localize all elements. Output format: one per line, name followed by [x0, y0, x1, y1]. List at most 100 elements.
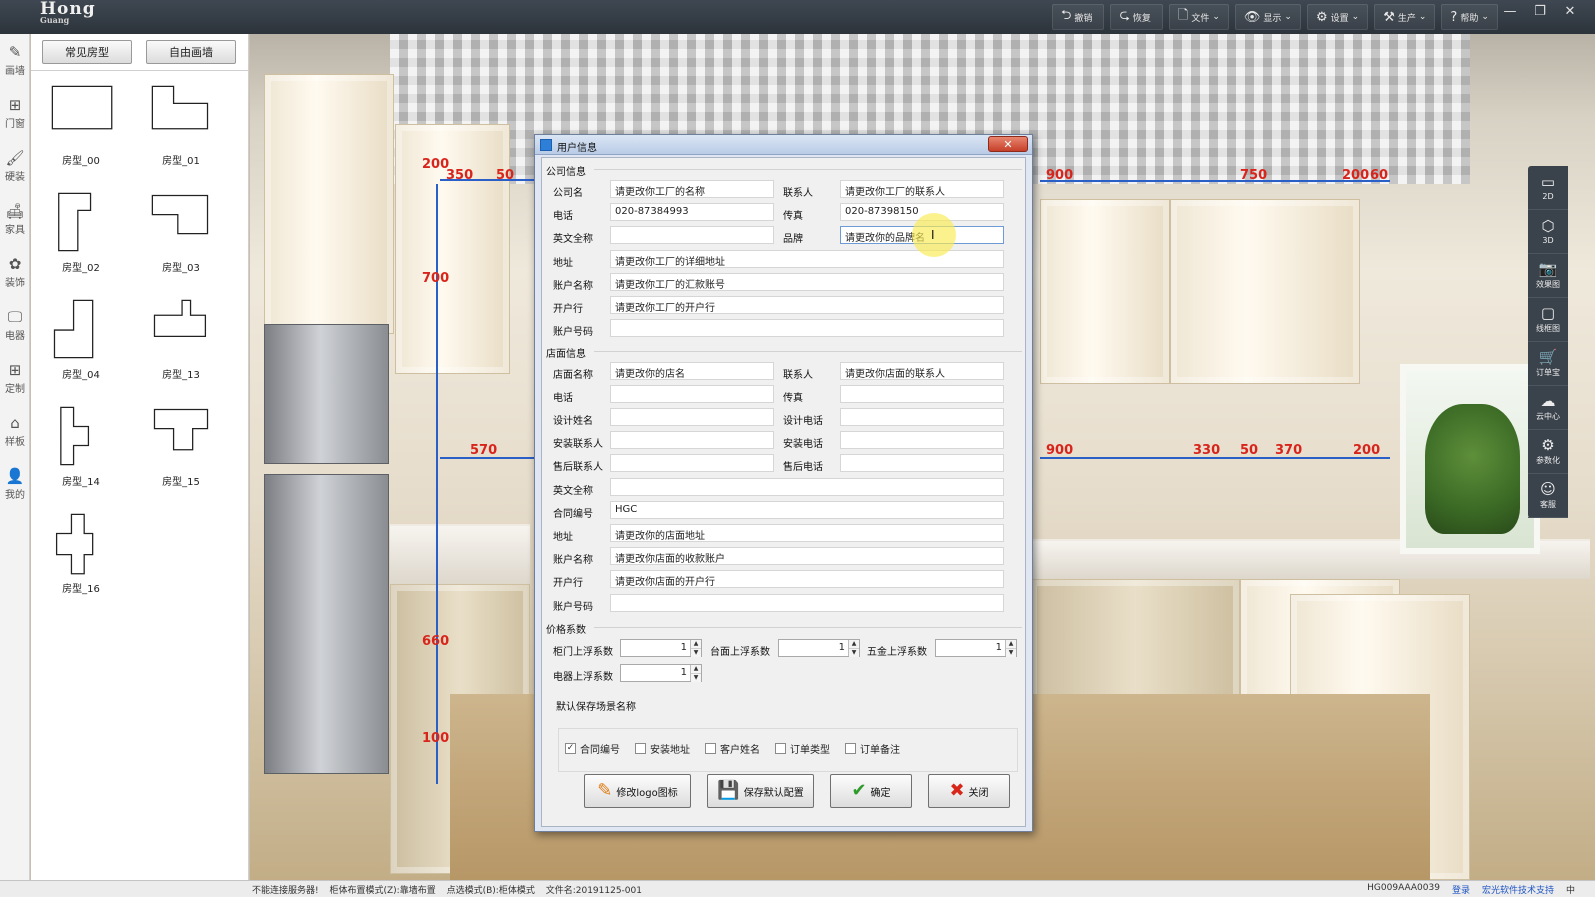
room-shape-item[interactable]: 房型_04 — [41, 294, 121, 394]
maximize-icon[interactable]: ❐ — [1533, 4, 1547, 19]
store-account-number-field[interactable] — [610, 594, 1004, 612]
right-toolbar-item-0[interactable]: ▭ 2D — [1528, 166, 1568, 210]
right-toolbar-item-5[interactable]: ☁ 云中心 — [1528, 386, 1568, 430]
left-nav-item-2[interactable]: 🖌 硬装 — [0, 140, 30, 193]
left-nav-item-3[interactable]: 🛋 家具 — [0, 193, 30, 246]
designer-name-field[interactable] — [610, 408, 774, 426]
checkbox-label: 合同编号 — [580, 745, 620, 756]
room-shape-item[interactable]: 房型_16 — [41, 508, 121, 608]
change-logo-button[interactable]: ✎ 修改logo图标 — [584, 774, 691, 808]
contract-number-field[interactable]: HGC — [610, 501, 1004, 519]
right-toolbar-item-1[interactable]: ⬡ 3D — [1528, 210, 1568, 254]
checkbox-install-address[interactable]: 安装地址 — [635, 741, 690, 756]
company-address-label: 地址 — [553, 258, 573, 269]
tab-free-wall[interactable]: 自由画墙 — [146, 40, 236, 64]
checkbox-order-type[interactable]: 订单类型 — [775, 741, 830, 756]
appliance-coefficient-stepper[interactable]: 1 ▲ ▼ — [620, 664, 702, 682]
room-shape-label: 房型_13 — [162, 370, 200, 381]
right-toolbar-item-3[interactable]: ▢ 线框图 — [1528, 298, 1568, 342]
stepper-up-icon[interactable]: ▲ — [691, 665, 701, 673]
left-nav-item-8[interactable]: 👤 我的 — [0, 458, 30, 511]
company-english-name-label: 英文全称 — [553, 234, 593, 245]
stepper-down-icon[interactable]: ▼ — [849, 648, 859, 657]
checkbox-customer-name[interactable]: 客户姓名 — [705, 741, 760, 756]
company-name-field[interactable]: 请更改你工厂的名称 — [610, 180, 774, 198]
right-toolbar-item-7[interactable]: ☺ 客服 — [1528, 474, 1568, 518]
stepper-down-icon[interactable]: ▼ — [691, 648, 701, 657]
install-phone-label: 安装电话 — [783, 439, 823, 450]
company-contact-field[interactable]: 请更改你工厂的联系人 — [840, 180, 1004, 198]
store-bank-field[interactable]: 请更改你店面的开户行 — [610, 570, 1004, 588]
toolbar-button-1[interactable]: ⮎ 恢复 — [1110, 4, 1163, 30]
dialog-titlebar[interactable]: 用户信息 ✕ — [535, 135, 1032, 155]
language-indicator[interactable]: 中 — [1566, 883, 1575, 896]
after-sales-contact-field[interactable] — [610, 454, 774, 472]
countertop-coefficient-stepper[interactable]: 1 ▲ ▼ — [778, 639, 860, 657]
save-default-button[interactable]: 💾 保存默认配置 — [707, 774, 814, 808]
company-brand-label: 品牌 — [783, 234, 803, 245]
checkbox-order-note[interactable]: 订单备注 — [845, 741, 900, 756]
dimension-label: 330 — [1193, 443, 1221, 458]
store-fax-field[interactable] — [840, 385, 1004, 403]
store-contact-field[interactable]: 请更改你店面的联系人 — [840, 362, 1004, 380]
room-shape-item[interactable]: 房型_14 — [41, 401, 121, 501]
company-phone-field[interactable]: 020-87384993 — [610, 203, 774, 221]
room-shape-item[interactable]: 房型_13 — [141, 294, 221, 394]
designer-phone-field[interactable] — [840, 408, 1004, 426]
stepper-down-icon[interactable]: ▼ — [691, 673, 701, 682]
install-contact-label: 安装联系人 — [553, 439, 603, 450]
store-address-field[interactable]: 请更改你的店面地址 — [610, 524, 1004, 542]
company-account-name-field[interactable]: 请更改你工厂的汇款账号 — [610, 273, 1004, 291]
room-shape-item[interactable]: 房型_00 — [41, 80, 121, 180]
store-account-name-label: 账户名称 — [553, 555, 593, 566]
stepper-up-icon[interactable]: ▲ — [849, 640, 859, 648]
left-nav-item-5[interactable]: 🖵 电器 — [0, 299, 30, 352]
left-nav-item-6[interactable]: ⊞ 定制 — [0, 352, 30, 405]
login-link[interactable]: 登录 — [1452, 883, 1470, 896]
room-shape-item[interactable]: 房型_03 — [141, 187, 221, 287]
close-icon[interactable]: ✕ — [1563, 4, 1577, 19]
toolbar-button-6[interactable]: ? 帮助 ⌄ — [1441, 4, 1498, 30]
company-bank-field[interactable]: 请更改你工厂的开户行 — [610, 296, 1004, 314]
nav-label: 门窗 — [5, 119, 25, 130]
right-toolbar-item-2[interactable]: 📷 效果图 — [1528, 254, 1568, 298]
room-shape-item[interactable]: 房型_15 — [141, 401, 221, 501]
confirm-button[interactable]: ✔ 确定 — [830, 774, 912, 808]
right-toolbar-item-6[interactable]: ⚙ 参数化 — [1528, 430, 1568, 474]
toolbar-button-3[interactable]: 👁 显示 ⌄ — [1234, 4, 1301, 30]
left-nav-item-1[interactable]: ⊞ 门窗 — [0, 87, 30, 140]
minimize-icon[interactable]: — — [1503, 4, 1517, 19]
tab-common-rooms[interactable]: 常见房型 — [42, 40, 132, 64]
toolbar-button-4[interactable]: ⚙ 设置 ⌄ — [1306, 4, 1369, 30]
close-button[interactable]: ✖ 关闭 — [928, 774, 1010, 808]
left-nav-item-4[interactable]: ✿ 装饰 — [0, 246, 30, 299]
company-bank-label: 开户行 — [553, 304, 583, 315]
company-account-number-field[interactable] — [610, 319, 1004, 337]
dialog-close-button[interactable]: ✕ — [988, 136, 1028, 152]
right-toolbar-item-4[interactable]: 🛒 订单宝 — [1528, 342, 1568, 386]
store-phone-field[interactable] — [610, 385, 774, 403]
store-name-field[interactable]: 请更改你的店名 — [610, 362, 774, 380]
left-nav-item-7[interactable]: ⌂ 样板 — [0, 405, 30, 458]
left-nav-item-0[interactable]: ✎ 画墙 — [0, 34, 30, 87]
checkbox-contract-number[interactable]: ✓ 合同编号 — [565, 741, 620, 756]
room-shape-item[interactable]: 房型_02 — [41, 187, 121, 287]
support-link[interactable]: 宏光软件技术支持 — [1482, 883, 1554, 896]
store-english-name-field[interactable] — [610, 478, 1004, 496]
toolbar-button-5[interactable]: ⚒ 生产 ⌄ — [1374, 4, 1436, 30]
toolbar-button-2[interactable]: 🗋 文件 ⌄ — [1168, 4, 1229, 30]
save-name-options: ✓ 合同编号 安装地址 客户姓名 订单类型 订单备注 — [558, 728, 1018, 772]
door-coefficient-stepper[interactable]: 1 ▲ ▼ — [620, 639, 702, 657]
toolbar-button-0[interactable]: ⮌ 撤销 — [1052, 4, 1105, 30]
install-contact-field[interactable] — [610, 431, 774, 449]
store-account-name-field[interactable]: 请更改你店面的收款账户 — [610, 547, 1004, 565]
company-english-name-field[interactable] — [610, 226, 774, 244]
stepper-down-icon[interactable]: ▼ — [1006, 648, 1016, 657]
stepper-up-icon[interactable]: ▲ — [1006, 640, 1016, 648]
after-sales-phone-field[interactable] — [840, 454, 1004, 472]
install-phone-field[interactable] — [840, 431, 1004, 449]
hardware-coefficient-stepper[interactable]: 1 ▲ ▼ — [935, 639, 1017, 657]
room-shape-icon — [151, 85, 209, 130]
stepper-up-icon[interactable]: ▲ — [691, 640, 701, 648]
room-shape-item[interactable]: 房型_01 — [141, 80, 221, 180]
